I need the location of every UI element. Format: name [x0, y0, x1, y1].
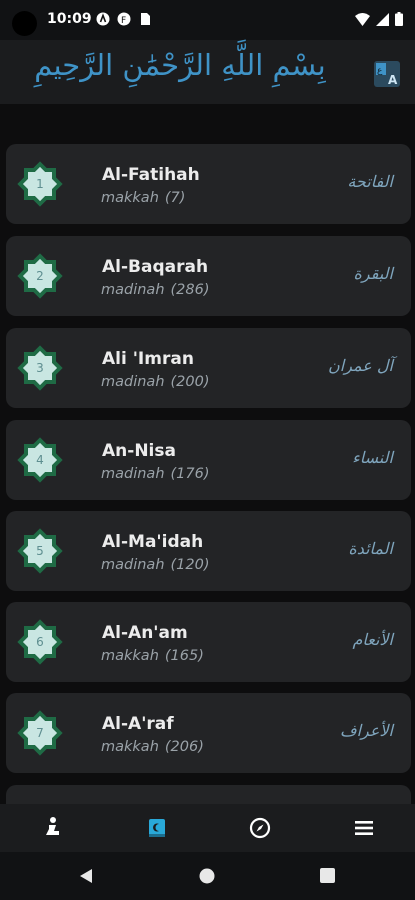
surah-arabic-name: آل عمران — [328, 356, 393, 375]
revelation-place: madinah — [101, 282, 165, 298]
surah-arabic-name: الفاتحة — [347, 172, 393, 191]
svg-text:A: A — [388, 73, 398, 87]
surah-name: Al-A'raf — [102, 714, 174, 734]
surah-arabic-name: المائدة — [348, 539, 393, 558]
verse-count: (120) — [170, 557, 210, 573]
surah-name: Al-Ma'idah — [102, 532, 204, 552]
app-header: بِسْمِ اللَّهِ الرَّحْمَٰنِ الرَّحِيمِ A… — [0, 40, 415, 104]
surah-list[interactable]: 1 Al-Fatihah makkah (7) الفاتحة 2 Al-Baqa… — [0, 104, 415, 804]
surah-name: Al-Fatihah — [102, 165, 200, 185]
surah-number-badge: 2 — [16, 252, 64, 300]
surah-meta: madinah (176) — [101, 466, 210, 482]
surah-arabic-name: الأعراف — [340, 721, 393, 740]
revelation-place: madinah — [101, 466, 165, 482]
verse-count: (200) — [170, 374, 210, 390]
surah-arabic-name: النساء — [352, 448, 393, 467]
surah-number-badge: 5 — [16, 527, 64, 575]
surah-meta: madinah (200) — [101, 374, 210, 390]
surah-meta: makkah (165) — [101, 648, 204, 664]
surah-number-badge: 3 — [16, 344, 64, 392]
bottom-navigation — [0, 804, 415, 852]
surah-card-7[interactable]: 7 Al-A'raf makkah (206) الأعراف — [6, 693, 411, 773]
surah-card-1[interactable]: 1 Al-Fatihah makkah (7) الفاتحة — [6, 144, 411, 224]
surah-card-4[interactable]: 4 An-Nisa madinah (176) النساء — [6, 420, 411, 500]
surah-number-badge: 6 — [16, 618, 64, 666]
surah-arabic-name: البقرة — [353, 264, 393, 283]
revelation-place: makkah — [101, 190, 159, 206]
app-icon: F — [117, 12, 131, 26]
menu-icon[interactable] — [352, 816, 376, 840]
status-time: 10:09 — [47, 11, 92, 27]
system-navigation-bar — [0, 852, 415, 900]
sim-card-icon — [141, 13, 150, 25]
signal-icon — [376, 12, 389, 26]
verse-count: (176) — [170, 466, 210, 482]
translate-icon[interactable]: A ع — [373, 60, 401, 88]
surah-number-badge: 1 — [16, 160, 64, 208]
surah-number: 5 — [36, 544, 44, 558]
verse-count: (206) — [164, 739, 204, 755]
revelation-place: madinah — [101, 557, 165, 573]
surah-name: Al-Baqarah — [102, 257, 209, 277]
surah-number: 2 — [36, 269, 44, 283]
surah-name: Ali 'Imran — [102, 349, 194, 369]
revelation-place: madinah — [101, 374, 165, 390]
surah-meta: madinah (286) — [101, 282, 210, 298]
surah-name: Al-An'am — [102, 623, 188, 643]
wifi-icon — [355, 12, 370, 26]
surah-card-partial[interactable] — [6, 785, 411, 804]
surah-arabic-name: الأنعام — [352, 630, 393, 649]
camera-cutout — [12, 11, 37, 36]
prayer-icon[interactable] — [40, 816, 64, 840]
home-icon[interactable] — [199, 868, 215, 884]
surah-number-badge: 4 — [16, 436, 64, 484]
surah-number: 4 — [36, 453, 44, 467]
surah-number-badge: 7 — [16, 709, 64, 757]
surah-card-6[interactable]: 6 Al-An'am makkah (165) الأنعام — [6, 602, 411, 682]
status-bar: 10:09 F — [0, 0, 415, 40]
back-icon[interactable] — [78, 868, 94, 884]
surah-number: 3 — [36, 361, 44, 375]
compass-icon[interactable] — [248, 816, 272, 840]
revelation-place: makkah — [101, 739, 159, 755]
surah-meta: madinah (120) — [101, 557, 210, 573]
quran-icon[interactable] — [145, 816, 169, 840]
bismillah-title: بِسْمِ اللَّهِ الرَّحْمَٰنِ الرَّحِيمِ — [34, 48, 326, 82]
surah-card-5[interactable]: 5 Al-Ma'idah madinah (120) المائدة — [6, 511, 411, 591]
surah-meta: makkah (206) — [101, 739, 204, 755]
status-right — [355, 12, 403, 26]
battery-icon — [395, 12, 403, 26]
surah-card-2[interactable]: 2 Al-Baqarah madinah (286) البقرة — [6, 236, 411, 316]
verse-count: (7) — [164, 190, 186, 206]
svg-text:F: F — [121, 16, 126, 26]
recents-icon[interactable] — [320, 868, 335, 883]
verse-count: (165) — [164, 648, 204, 664]
surah-card-3[interactable]: 3 Ali 'Imran madinah (200) آل عمران — [6, 328, 411, 408]
revelation-place: makkah — [101, 648, 159, 664]
surah-number: 1 — [36, 177, 44, 191]
surah-number: 6 — [36, 635, 44, 649]
surah-number: 7 — [36, 726, 44, 740]
verse-count: (286) — [170, 282, 210, 298]
svg-text:ع: ع — [377, 66, 383, 76]
surah-name: An-Nisa — [102, 441, 176, 461]
surah-meta: makkah (7) — [101, 190, 185, 206]
accessibility-icon — [96, 12, 110, 26]
